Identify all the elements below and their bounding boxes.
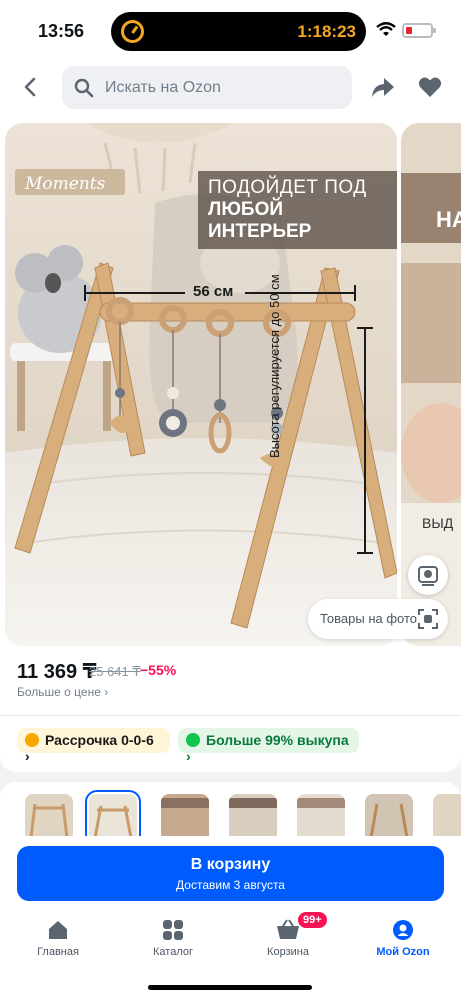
wifi-icon	[376, 22, 396, 36]
home-indicator	[148, 985, 312, 990]
thumbnail[interactable]	[365, 794, 413, 842]
discount-badge: −55%	[140, 662, 177, 678]
photo-caption-line1: ПОДОЙДЕТ ПОД	[208, 177, 367, 198]
thumbnail[interactable]	[161, 794, 209, 842]
tab-profile[interactable]: Мой Ozon	[357, 918, 449, 958]
add-to-cart-label: В корзину	[190, 856, 271, 873]
next-photo-text: ВЫД	[422, 515, 454, 531]
thumbnail-image	[365, 794, 413, 842]
buyout-icon	[186, 733, 200, 747]
photo-caption-line2: ЛЮБОЙ ИНТЕРЬЕР	[208, 199, 312, 242]
thumbnail-image	[25, 794, 73, 842]
tab-cart-label: Корзина	[267, 946, 309, 958]
tab-cart[interactable]: 99+ Корзина	[242, 912, 334, 958]
price-section: 11 369 ₸ 25 641 ₸ −55% Больше о цене › Р…	[0, 656, 461, 772]
favorite-heart-icon[interactable]	[418, 76, 442, 98]
cart-count-badge: 99+	[298, 912, 327, 928]
timer-icon	[121, 20, 144, 43]
photo-caption: ПОДОЙДЕТ ПОД ЛЮБОЙ ИНТЕРЬЕР	[198, 171, 397, 249]
find-similar-button[interactable]	[408, 555, 448, 595]
product-gallery[interactable]: Moments ПОДОЙДЕТ ПОД ЛЮБОЙ ИНТЕРЬЕР 56 с…	[0, 118, 461, 656]
thumbnail-image	[161, 794, 209, 842]
header: Искать на Ozon	[0, 62, 461, 118]
installment-chip[interactable]: Рассрочка 0-0-6 ›	[17, 728, 170, 764]
clock: 13:56	[38, 21, 85, 41]
divider	[0, 715, 461, 716]
goods-on-photo-button[interactable]: Товары на фото	[308, 599, 448, 639]
tab-home[interactable]: Главная	[12, 918, 104, 958]
product-photo[interactable]: Moments ПОДОЙДЕТ ПОД ЛЮБОЙ ИНТЕРЬЕР 56 с…	[5, 123, 397, 646]
old-price: 25 641 ₸	[89, 664, 141, 679]
add-to-cart-button[interactable]: В корзину Доставим 3 августа	[17, 846, 444, 901]
thumbnail-active[interactable]	[85, 790, 141, 846]
svg-text:Moments: Moments	[24, 174, 106, 194]
back-arrow-icon[interactable]	[18, 74, 44, 100]
search-icon	[74, 78, 94, 98]
tab-catalog-label: Каталог	[153, 946, 193, 958]
buyout-chip[interactable]: Больше 99% выкупа ›	[178, 728, 359, 764]
search-input[interactable]: Искать на Ozon	[62, 66, 352, 109]
goods-on-photo-label: Товары на фото	[320, 611, 418, 626]
share-icon[interactable]	[370, 76, 396, 100]
thumbnail[interactable]	[25, 794, 73, 842]
search-placeholder: Искать на Ozon	[105, 79, 221, 96]
installment-label: Рассрочка 0-0-6 ›	[25, 732, 154, 764]
next-photo-caption: НА	[436, 207, 461, 232]
scan-icon	[418, 609, 438, 629]
home-icon	[49, 921, 67, 939]
tab-catalog[interactable]: Каталог	[127, 918, 219, 958]
thumbnail[interactable]	[229, 794, 277, 842]
tab-profile-label: Мой Ozon	[376, 946, 430, 958]
thumbnail-image	[89, 794, 137, 842]
profile-icon	[393, 920, 413, 940]
buyout-label: Больше 99% выкупа ›	[186, 732, 349, 764]
installment-icon	[25, 733, 39, 747]
tab-home-label: Главная	[37, 946, 79, 958]
thumbnail[interactable]	[433, 794, 461, 842]
width-dimension-label: 56 см	[193, 283, 234, 300]
dynamic-island: 1:18:23	[111, 12, 366, 51]
thumbnail[interactable]	[297, 794, 345, 842]
price-details-link[interactable]: Больше о цене ›	[17, 685, 108, 699]
status-bar: 13:56 1:18:23	[0, 0, 461, 62]
thumbnail-image	[297, 794, 345, 842]
height-dimension-label: Высота регулируется до 50 см	[267, 274, 282, 458]
thumbnail-image	[433, 794, 461, 842]
timer-readout: 1:18:23	[297, 22, 356, 41]
current-price: 11 369 ₸	[17, 661, 97, 683]
camera-search-icon	[418, 566, 438, 586]
cart-icon	[277, 919, 299, 939]
battery-icon	[402, 23, 436, 38]
delivery-date: Доставим 3 августа	[176, 878, 285, 892]
catalog-icon	[163, 920, 183, 940]
thumbnail-image	[229, 794, 277, 842]
